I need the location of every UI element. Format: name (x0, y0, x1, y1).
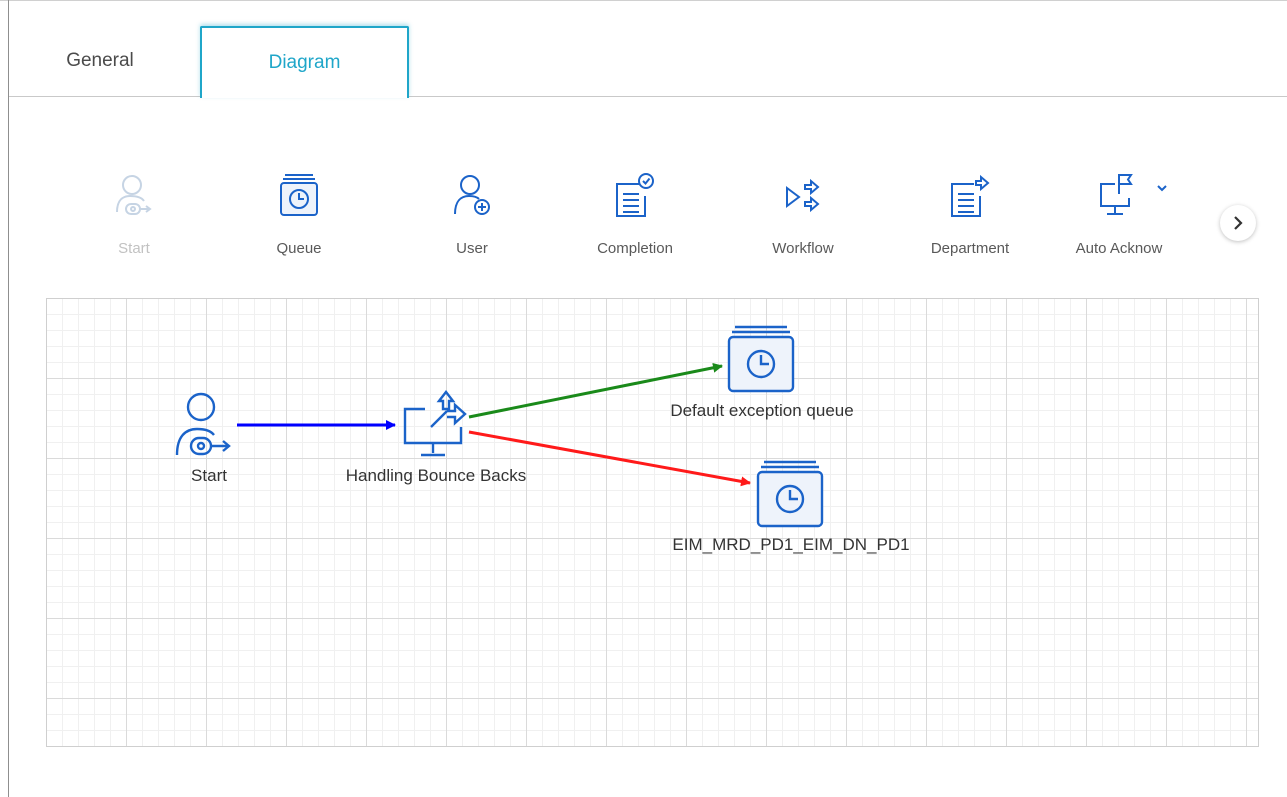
window-left-border (8, 0, 9, 797)
palette-item-completion[interactable]: Completion (575, 170, 695, 265)
node-eim-queue[interactable] (755, 458, 825, 535)
node-start-label: Start (191, 466, 227, 485)
palette-next-button[interactable] (1220, 205, 1256, 241)
palette-item-workflow[interactable]: Workflow (743, 170, 863, 265)
queue-icon (756, 460, 824, 528)
auto-acknowledgement-icon (1100, 174, 1133, 215)
palette-item-label: Workflow (772, 240, 834, 257)
queue-icon (280, 174, 318, 216)
chevron-right-icon (1234, 216, 1243, 230)
node-default-exception-queue-label: Default exception queue (670, 401, 854, 420)
palette-item-start[interactable]: Start (74, 170, 194, 265)
tab-general[interactable]: General (30, 26, 170, 96)
node-eim-queue-label: EIM_MRD_PD1_EIM_DN_PD1 (672, 535, 910, 554)
palette-item-label: Queue (276, 240, 322, 257)
start-user-icon (116, 175, 152, 215)
node-start[interactable] (165, 389, 237, 466)
palette-item-queue[interactable]: Queue (239, 170, 359, 265)
start-user-icon (175, 392, 231, 456)
palette-item-label: Department (930, 240, 1010, 257)
connection-layer (237, 362, 751, 487)
monitor-branch-icon (403, 390, 467, 457)
add-user-icon (454, 175, 490, 215)
queue-icon (727, 325, 795, 393)
palette-item-department[interactable]: Department (910, 170, 1030, 265)
palette-item-user[interactable]: User (412, 170, 532, 265)
node-handling-bounce-backs[interactable] (397, 387, 473, 468)
diagram-canvas[interactable]: Start Handling Bounce Backs Default exce… (46, 298, 1259, 747)
palette-item-label: Completion (597, 240, 673, 257)
node-handling-bounce-backs-label: Handling Bounce Backs (345, 466, 527, 485)
chevron-down-icon[interactable] (1156, 183, 1168, 193)
department-icon (951, 174, 990, 217)
palette-item-label: Start (118, 240, 150, 257)
workflow-icon (786, 178, 820, 213)
node-default-exception-queue[interactable] (726, 323, 796, 400)
completion-icon (616, 173, 654, 217)
palette-item-label: Auto Acknow (1075, 240, 1163, 257)
tab-diagram[interactable]: Diagram (200, 26, 409, 98)
palette-item-label: User (456, 240, 488, 257)
